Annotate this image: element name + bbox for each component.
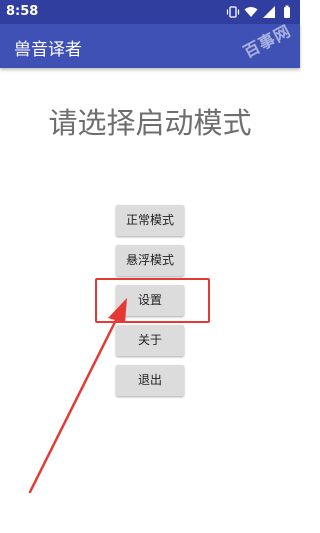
- annotation-arrow-icon: [28, 298, 127, 494]
